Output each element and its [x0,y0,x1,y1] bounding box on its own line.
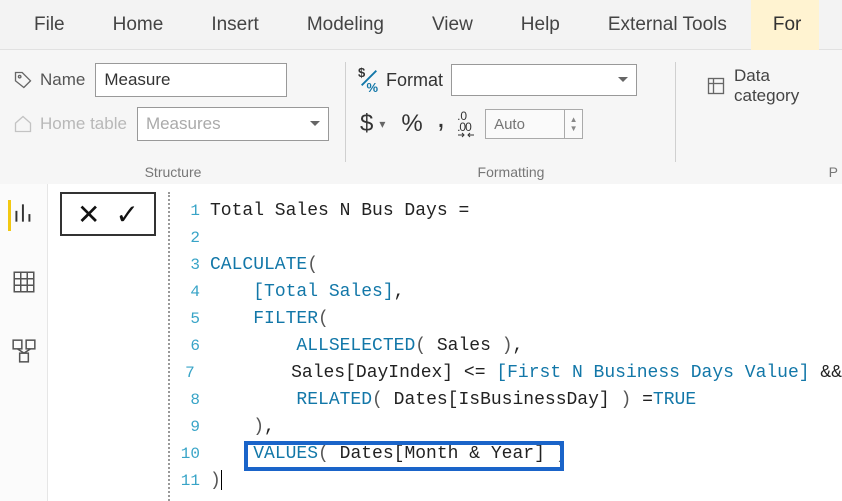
menu-item-external-tools[interactable]: External Tools [584,0,751,50]
decimals-input[interactable] [485,109,565,139]
group-label-formatting: Formatting [346,164,676,180]
group-label-structure: Structure [0,164,346,180]
name-label: Name [40,70,85,90]
menu-item-help[interactable]: Help [497,0,584,50]
ribbon-group-properties: Data category P [676,50,842,184]
code-area[interactable]: 1Total Sales N Bus Days =23CALCULATE(4 [… [176,192,842,501]
data-category-label: Data category [734,66,830,106]
code-line[interactable]: 6 ALLSELECTED( Sales ), [176,333,842,360]
line-number: 3 [176,252,210,279]
menu-item-home[interactable]: Home [89,0,188,50]
code-line[interactable]: 3CALCULATE( [176,252,842,279]
code-line[interactable]: 2 [176,225,842,252]
code-content[interactable]: ALLSELECTED( Sales ), [210,333,523,360]
data-category-icon [706,75,726,97]
format-label: Format [386,70,443,91]
code-content[interactable]: CALCULATE( [210,252,318,279]
code-content[interactable]: ), [210,414,275,441]
home-icon [12,113,34,135]
code-line[interactable]: 5 FILTER( [176,306,842,333]
ribbon: Name Home table Measures Structure $ % F… [0,50,842,184]
code-content[interactable]: [Total Sales], [210,279,404,306]
menu-item-modeling[interactable]: Modeling [283,0,408,50]
code-line[interactable]: 9 ), [176,414,842,441]
line-number: 6 [176,333,210,360]
text-caret [221,470,222,490]
line-number: 2 [176,225,210,252]
model-view-button[interactable] [11,338,37,369]
line-number: 4 [176,279,210,306]
line-number: 11 [176,468,210,495]
code-content[interactable]: Total Sales N Bus Days = [210,198,469,225]
home-table-dropdown[interactable]: Measures [137,107,329,141]
ribbon-group-formatting: $ % Format $ ▾ % , .0.00 ▲▼ Formatting [346,50,676,184]
formula-editor: ✕ ✓ 1Total Sales N Bus Days =23CALCULATE… [60,192,842,501]
format-icon: $ % [358,67,378,93]
menu-item-file[interactable]: File [10,0,89,50]
menu-bar: FileHomeInsertModelingViewHelpExternal T… [0,0,842,50]
currency-caret-icon[interactable]: ▾ [379,117,385,131]
line-number: 9 [176,414,210,441]
data-view-button[interactable] [11,269,37,300]
name-input[interactable] [95,63,287,97]
report-view-button[interactable] [8,200,37,231]
tag-icon [12,69,34,91]
code-line[interactable]: 1Total Sales N Bus Days = [176,198,842,225]
formula-commit-button[interactable]: ✓ [116,198,139,231]
code-line[interactable]: 8 RELATED( Dates[IsBusinessDay] ) =TRUE [176,387,842,414]
line-number: 10 [176,441,210,468]
group-label-properties: P [676,164,842,180]
thousands-button[interactable]: , [435,113,447,123]
code-content[interactable]: ) [210,468,222,495]
ribbon-group-structure: Name Home table Measures Structure [0,50,346,184]
formula-cancel-button[interactable]: ✕ [77,198,100,231]
decimals-spinner[interactable]: ▲▼ [485,109,583,139]
menu-item-insert[interactable]: Insert [187,0,283,50]
code-content[interactable]: VALUES( Dates[Month & Year] ) [210,441,567,468]
format-dropdown[interactable] [451,64,637,96]
gutter-border [168,192,170,501]
line-number: 7 [176,360,205,387]
home-table-label: Home table [40,114,127,134]
line-number: 1 [176,198,210,225]
line-number: 5 [176,306,210,333]
code-content[interactable]: RELATED( Dates[IsBusinessDay] ) =TRUE [210,387,696,414]
formula-confirm-box: ✕ ✓ [60,192,156,236]
code-content[interactable]: FILTER( [210,306,329,333]
line-number: 8 [176,387,210,414]
spinner-arrows-icon[interactable]: ▲▼ [565,109,583,139]
code-line[interactable]: 11) [176,468,842,495]
menu-item-format[interactable]: For [751,0,820,50]
percent-button[interactable]: % [399,110,424,138]
code-line[interactable]: 10 VALUES( Dates[Month & Year] ) [176,441,842,468]
decimals-button[interactable]: .0.00 [457,111,475,138]
code-line[interactable]: 7 Sales[DayIndex] <= [First N Business D… [176,360,842,387]
code-line[interactable]: 4 [Total Sales], [176,279,842,306]
left-view-rail [0,184,48,501]
code-content[interactable]: Sales[DayIndex] <= [First N Business Day… [205,360,842,387]
currency-button[interactable]: $ [358,110,375,138]
menu-item-view[interactable]: View [408,0,497,50]
